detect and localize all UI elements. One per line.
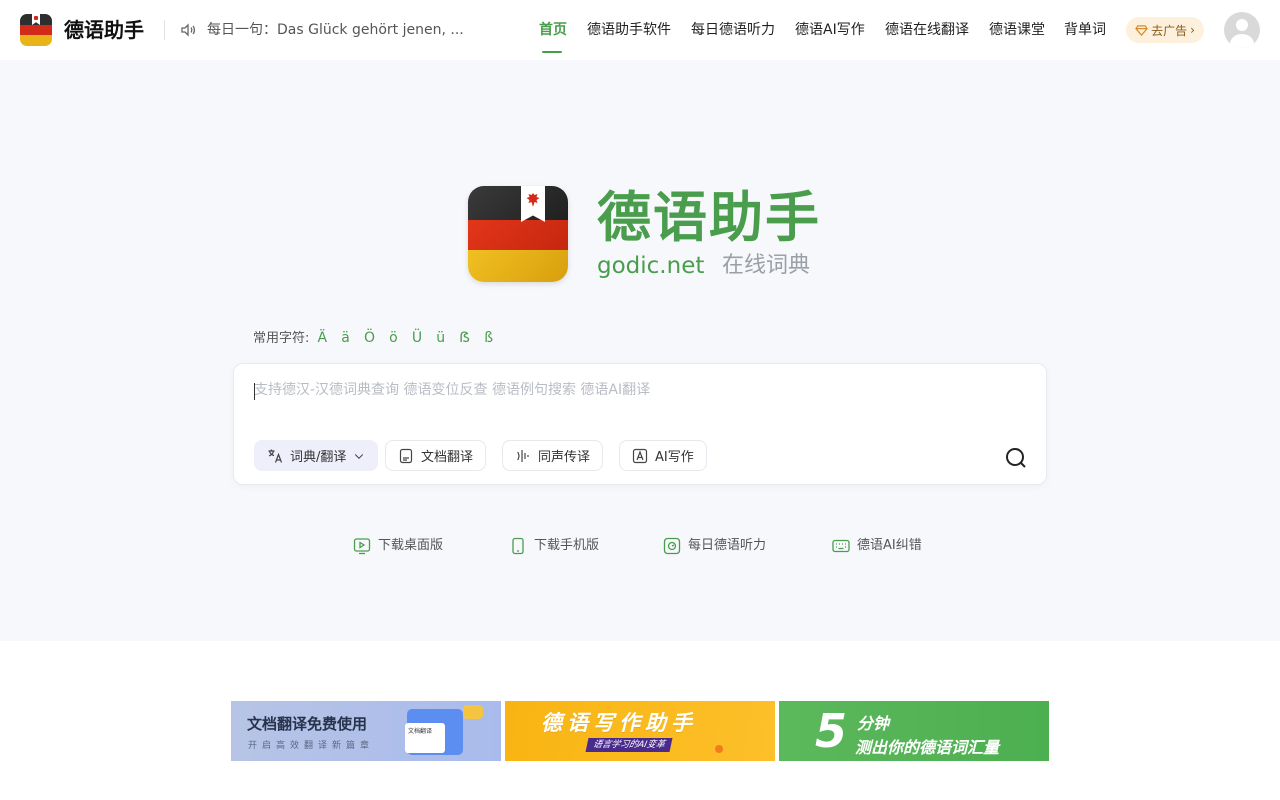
nav-active-indicator xyxy=(542,51,562,53)
char-u-umlaut[interactable]: ü xyxy=(436,330,445,346)
ai-write-icon xyxy=(632,448,648,463)
doc-translate-button[interactable]: 文档翻译 xyxy=(385,440,487,471)
voice-wave-icon xyxy=(517,449,529,462)
remove-ads-label: 去广告 xyxy=(1151,23,1188,38)
ai-correction-label: 德语AI纠错 xyxy=(857,538,922,553)
char-A-umlaut-upper[interactable]: Ä xyxy=(318,330,328,346)
translate-icon xyxy=(268,449,283,463)
hero-title: 德语助手 xyxy=(597,186,821,249)
chat-bubble-icon xyxy=(463,705,483,719)
simultaneous-interpret-label: 同声传译 xyxy=(538,450,591,465)
download-desktop-link[interactable]: 下载桌面版 xyxy=(353,537,443,555)
app-logo-icon[interactable] xyxy=(20,14,52,46)
special-chars-row: 常用字符: Ä ä Ö ö Ü ü ẞ ß xyxy=(253,328,499,349)
daily-listening-link[interactable]: 每日德语听力 xyxy=(663,537,766,555)
doc-banner-title: 文档翻译免费使用 xyxy=(247,715,368,733)
char-eszett-upper[interactable]: ẞ xyxy=(459,330,470,346)
simultaneous-interpret-button[interactable]: 同声传译 xyxy=(502,440,604,471)
document-icon xyxy=(399,448,413,463)
vocab-banner-number: 5 xyxy=(815,704,848,758)
char-o-umlaut[interactable]: ö xyxy=(389,330,398,346)
keyboard-icon xyxy=(832,539,850,553)
nav-listening[interactable]: 每日德语听力 xyxy=(691,20,775,40)
writing-assistant-banner[interactable]: 德语写作助手 语言学习的AI变革 xyxy=(505,701,775,761)
dictionary-translate-dropdown[interactable]: 词典/翻译 xyxy=(254,440,379,471)
dictionary-translate-label: 词典/翻译 xyxy=(290,450,347,465)
vocab-banner-line2: 测出你的德语词汇量 xyxy=(855,738,1000,757)
vocab-banner-line1: 分钟 xyxy=(857,714,890,733)
header-divider xyxy=(164,20,165,40)
speaker-icon[interactable] xyxy=(180,22,196,38)
desktop-play-icon xyxy=(353,538,371,555)
remove-ads-button[interactable]: 去广告 › xyxy=(1126,17,1204,43)
user-avatar[interactable] xyxy=(1224,12,1260,48)
download-mobile-link[interactable]: 下载手机版 xyxy=(509,537,599,555)
char-a-umlaut[interactable]: ä xyxy=(341,330,350,346)
daily-sentence[interactable]: 每日一句：Das Glück gehört jenen, ... xyxy=(207,20,464,40)
ai-write-button[interactable]: AI写作 xyxy=(619,440,707,471)
ai-correction-link[interactable]: 德语AI纠错 xyxy=(832,537,922,555)
doc-translate-label: 文档翻译 xyxy=(421,450,474,465)
big-logo-icon xyxy=(468,186,568,282)
text-caret xyxy=(254,383,255,400)
hero-subtitle: 在线词典 xyxy=(722,253,811,278)
nav-home[interactable]: 首页 xyxy=(539,20,567,40)
download-mobile-label: 下载手机版 xyxy=(534,538,600,553)
daily-listening-label: 每日德语听力 xyxy=(688,538,767,553)
doc-banner-subtitle: 开启高效翻译新篇章 xyxy=(248,741,375,751)
top-header: 德语助手 每日一句：Das Glück gehört jenen, ... 首页… xyxy=(0,0,1280,60)
search-input[interactable] xyxy=(254,378,974,402)
audio-icon xyxy=(663,537,681,555)
nav-ai-writing[interactable]: 德语AI写作 xyxy=(795,20,865,40)
vocab-test-banner[interactable]: 5 分钟 测出你的德语词汇量 xyxy=(779,701,1049,761)
diamond-icon xyxy=(1135,24,1148,36)
nav-classroom[interactable]: 德语课堂 xyxy=(989,20,1045,40)
writing-banner-title: 德语写作助手 xyxy=(541,711,697,735)
eagle-emblem-icon xyxy=(526,193,540,207)
writing-banner-subtitle: 语言学习的AI变革 xyxy=(585,738,673,752)
doc-translate-banner[interactable]: 文档翻译免费使用 开启高效翻译新篇章 文档翻译 xyxy=(231,701,501,761)
ai-write-label: AI写作 xyxy=(655,450,694,465)
hero-section xyxy=(0,60,1280,641)
chevron-down-icon xyxy=(355,453,364,459)
chevron-right-icon: › xyxy=(1190,23,1195,37)
phone-icon xyxy=(512,537,524,555)
hero-domain: godic.net xyxy=(597,253,705,279)
char-U-umlaut-upper[interactable]: Ü xyxy=(412,330,422,346)
doc-card: 文档翻译 xyxy=(405,723,445,753)
nav-software[interactable]: 德语助手软件 xyxy=(587,20,671,40)
download-desktop-label: 下载桌面版 xyxy=(378,538,444,553)
nav-vocabulary[interactable]: 背单词 xyxy=(1064,20,1106,40)
decor-dot xyxy=(715,745,723,753)
brand-name[interactable]: 德语助手 xyxy=(64,16,144,44)
nav-online-translate[interactable]: 德语在线翻译 xyxy=(885,20,969,40)
search-icon[interactable] xyxy=(1004,446,1028,470)
char-eszett[interactable]: ß xyxy=(484,330,493,346)
search-panel: 词典/翻译 文档翻译 同声传译 AI写作 xyxy=(233,363,1047,485)
special-chars-label: 常用字符: xyxy=(253,331,310,346)
char-O-umlaut-upper[interactable]: Ö xyxy=(364,330,375,346)
